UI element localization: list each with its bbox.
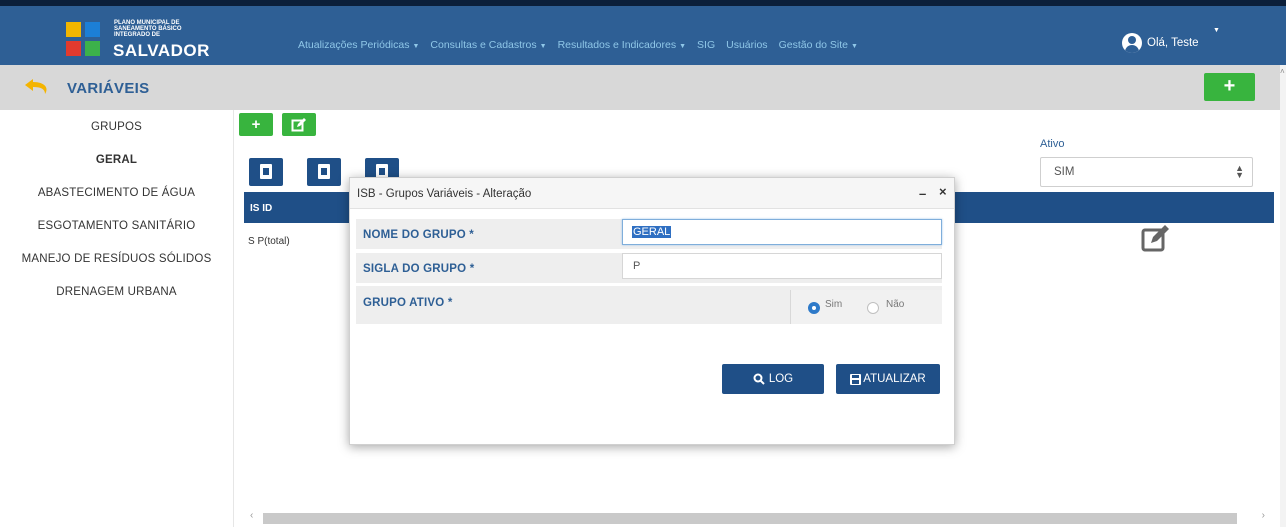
radio-sim[interactable] — [808, 302, 820, 314]
horizontal-scrollbar[interactable]: ‹ › — [250, 510, 1275, 524]
sigla-grupo-label: SIGLA DO GRUPO * — [363, 263, 475, 275]
logo-sun-icon — [66, 22, 81, 37]
logo-drop-icon — [85, 22, 100, 37]
update-button[interactable]: ATUALIZAR — [836, 364, 940, 394]
caret-down-icon: ▼ — [539, 43, 547, 50]
sidebar-item-abastecimento[interactable]: ABASTECIMENTO DE ÁGUA — [0, 187, 233, 199]
ativo-filter-label: Ativo — [1040, 138, 1065, 150]
edit-group-modal: ISB - Grupos Variáveis - Alteração – × N… — [349, 177, 955, 445]
scroll-left-icon[interactable]: ‹ — [250, 510, 253, 521]
grupo-ativo-radios: Sim Não — [790, 290, 942, 324]
nav-usuarios[interactable]: Usuários — [726, 39, 767, 51]
sidebar-item-residuos[interactable]: MANEJO DE RESÍDUOS SÓLIDOS — [0, 253, 233, 265]
undo-arrow-icon[interactable] — [23, 76, 53, 98]
nav-sig[interactable]: SIG — [697, 39, 715, 51]
excel-file-icon — [260, 164, 272, 179]
main-nav: Atualizações Periódicas ▼ Consultas e Cad… — [298, 39, 869, 51]
page-titlebar: VARIÁVEIS + — [0, 65, 1280, 110]
modal-title: ISB - Grupos Variáveis - Alteração — [357, 188, 532, 200]
nome-grupo-value: GERAL — [632, 226, 672, 238]
nav-atualizacoes[interactable]: Atualizações Periódicas ▼ — [298, 39, 419, 51]
nav-gestao[interactable]: Gestão do Site ▼ — [779, 39, 858, 51]
logo-subtitle: PLANO MUNICIPAL DE SANEAMENTO BÁSICO INT… — [114, 20, 182, 39]
save-icon — [850, 373, 862, 385]
nome-grupo-input[interactable]: GERAL — [622, 219, 942, 245]
sidebar-item-esgotamento[interactable]: ESGOTAMENTO SANITÁRIO — [0, 220, 233, 232]
close-icon[interactable]: × — [939, 184, 947, 199]
log-button-label: LOG — [768, 373, 794, 385]
log-button[interactable]: LOG — [722, 364, 824, 394]
pdf-file-icon — [318, 164, 330, 179]
add-variable-button[interactable]: + — [1204, 73, 1255, 101]
radio-nao[interactable] — [867, 302, 879, 314]
page-scrollbar[interactable] — [1280, 65, 1286, 527]
ativo-filter-select[interactable]: SIM ▲ ▼ — [1040, 157, 1253, 187]
site-logo[interactable]: PLANO MUNICIPAL DE SANEAMENTO BÁSICO INT… — [62, 20, 210, 62]
export-pdf-button[interactable] — [307, 158, 341, 186]
scroll-right-icon[interactable]: › — [1262, 510, 1265, 521]
sidebar-item-geral[interactable]: GERAL — [0, 154, 233, 166]
logo-house-icon — [66, 41, 81, 56]
edit-square-icon[interactable] — [1140, 223, 1172, 255]
logo-recycle-icon — [85, 41, 100, 56]
nav-resultados[interactable]: Resultados e Indicadores ▼ — [558, 39, 686, 51]
export-excel-button[interactable] — [249, 158, 283, 186]
minimize-icon[interactable]: – — [919, 186, 926, 201]
sigla-grupo-value: P — [633, 260, 641, 272]
sidebar-item-drenagem[interactable]: DRENAGEM URBANA — [0, 286, 233, 298]
scroll-thumb[interactable] — [263, 513, 1237, 524]
user-menu[interactable]: Olá, Teste — [1122, 33, 1199, 53]
search-icon — [753, 373, 765, 385]
select-arrows-icon: ▲ ▼ — [1235, 163, 1244, 180]
sidebar: GRUPOS GERAL ABASTECIMENTO DE ÁGUA ESGOT… — [0, 110, 233, 527]
caret-down-icon: ▼ — [412, 43, 420, 50]
top-navbar: PLANO MUNICIPAL DE SANEAMENTO BÁSICO INT… — [0, 0, 1286, 65]
update-button-label: ATUALIZAR — [863, 373, 926, 385]
caret-down-icon: ▼ — [851, 43, 858, 50]
user-avatar-icon — [1122, 33, 1142, 53]
nav-consultas[interactable]: Consultas e Cadastros ▼ — [430, 39, 546, 51]
user-greeting: Olá, Teste — [1147, 37, 1199, 49]
column-header-id[interactable]: IS ID — [250, 203, 272, 214]
caret-down-icon: ▼ — [679, 43, 687, 50]
nome-grupo-label: NOME DO GRUPO * — [363, 229, 474, 241]
logo-title: SALVADOR — [113, 41, 210, 60]
modal-header: ISB - Grupos Variáveis - Alteração – × — [350, 178, 954, 209]
ativo-filter-value: SIM — [1054, 166, 1075, 178]
edit-icon — [291, 118, 306, 132]
user-caret-icon[interactable]: ▼ — [1213, 27, 1220, 34]
grupo-ativo-label: GRUPO ATIVO * — [363, 297, 453, 309]
radio-nao-label[interactable]: Não — [886, 299, 904, 310]
add-group-button[interactable]: + — [239, 113, 273, 136]
table-row[interactable]: S P(total) — [248, 236, 290, 247]
radio-sim-label[interactable]: Sim — [825, 299, 842, 310]
edit-group-button[interactable] — [282, 113, 316, 136]
sidebar-item-grupos[interactable]: GRUPOS — [0, 121, 233, 133]
sigla-grupo-input[interactable]: P — [622, 253, 942, 279]
page-title: VARIÁVEIS — [67, 80, 150, 97]
